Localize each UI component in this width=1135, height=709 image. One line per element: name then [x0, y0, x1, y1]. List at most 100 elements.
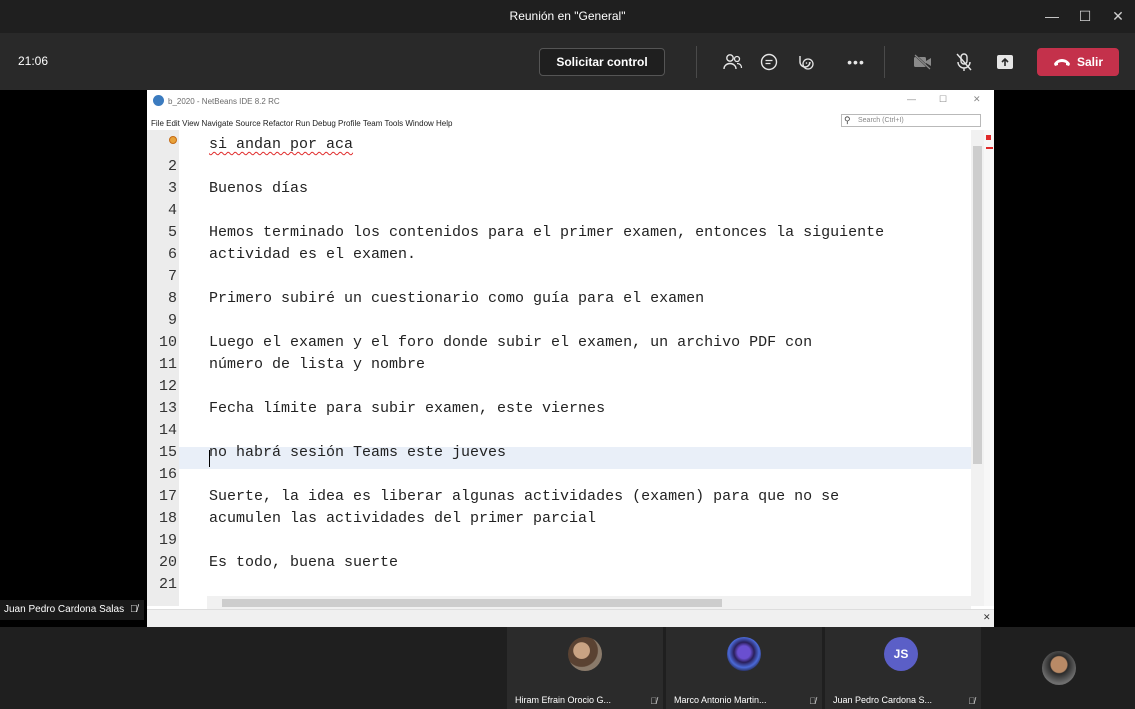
mic-off-icon: 🎙̸ [650, 696, 657, 706]
horizontal-scrollbar-thumb [222, 599, 722, 607]
vertical-scrollbar-thumb [973, 146, 982, 464]
netbeans-menu-items: File Edit View Navigate Source Refactor … [151, 119, 453, 128]
warning-icon [169, 136, 177, 144]
code-line: si andan por aca [147, 134, 971, 156]
code-line: 6 actividad es el examen. [147, 244, 971, 266]
code-line: 5 Hemos terminado los contenidos para el … [147, 222, 971, 244]
statusbar-close-icon: ✕ [983, 612, 991, 622]
participant-name: Hiram Efrain Orocio G... [515, 695, 612, 705]
meeting-toolbar: 21:06 Solicitar control ••• Salir [0, 33, 1135, 90]
netbeans-titlebar: b_2020 - NetBeans IDE 8.2 RC — ☐ ✕ [147, 90, 994, 111]
line-number: 18 [158, 510, 177, 527]
netbeans-close-icon: ✕ [973, 94, 981, 104]
presenter-name: Juan Pedro Cardona Salas [4, 604, 125, 615]
leave-button[interactable]: Salir [1037, 48, 1119, 76]
error-stripe [984, 130, 994, 606]
participant-name: Marco Antonio Martin... [674, 695, 767, 705]
chat-icon[interactable] [756, 49, 782, 75]
participant-avatar [727, 637, 761, 671]
code-line: 21 [147, 574, 971, 596]
mic-off-icon[interactable] [951, 49, 977, 75]
code-line: 10 Luego el examen y el foro donde subir … [147, 332, 971, 354]
line-number: 10 [158, 334, 177, 351]
line-number: 21 [158, 576, 177, 593]
toolbar-divider [696, 46, 697, 78]
code-line: 3 Buenos días [147, 178, 971, 200]
netbeans-title: b_2020 - NetBeans IDE 8.2 RC [168, 97, 280, 106]
code-editor: si andan por aca 2 3 Buenos días 4 5 Hemos ter… [147, 130, 984, 606]
line-number: 16 [158, 466, 177, 483]
code-line: 19 [147, 530, 971, 552]
maximize-icon[interactable]: ☐ [1075, 6, 1095, 26]
line-number: 6 [167, 246, 177, 263]
code-line: 2 [147, 156, 971, 178]
hang-up-icon [1053, 59, 1070, 66]
participant-tile[interactable]: Marco Antonio Martin... 🎙̸ [666, 627, 822, 709]
code-line: 7 [147, 266, 971, 288]
code-line: 9 [147, 310, 971, 332]
code-line: 4 [147, 200, 971, 222]
window-titlebar: Reunión en "General" — ☐ ✕ [0, 0, 1135, 33]
code-line: 16 [147, 464, 971, 486]
mic-off-icon: 🎙̸ [968, 696, 975, 706]
line-number: 14 [158, 422, 177, 439]
code-text: actividad es el examen. [209, 246, 417, 263]
code-text: Hemos terminado los contenidos para el p… [209, 224, 885, 241]
mic-off-icon: 🎙̸ [809, 696, 816, 706]
close-icon[interactable]: ✕ [1108, 6, 1128, 26]
search-placeholder: Search (Ctrl+I) [858, 117, 904, 124]
netbeans-search-field: ⚲ Search (Ctrl+I) [841, 114, 981, 127]
code-line: 18 acumulen las actividades del primer pa… [147, 508, 971, 530]
code-line: 12 [147, 376, 971, 398]
self-avatar[interactable] [1042, 651, 1076, 685]
code-text: acumulen las actividades del primer parc… [209, 510, 597, 527]
code-line: 17 Suerte, la idea es liberar algunas act… [147, 486, 971, 508]
netbeans-logo-icon [153, 95, 164, 106]
line-number: 2 [167, 158, 177, 175]
code-text: Fecha límite para subir examen, este vie… [209, 400, 606, 417]
netbeans-menubar: File Edit View Navigate Source Refactor … [147, 111, 994, 130]
more-options-icon[interactable]: ••• [843, 49, 869, 75]
minimize-icon[interactable]: — [1042, 6, 1062, 26]
line-number: 15 [158, 444, 177, 461]
camera-off-icon[interactable] [910, 49, 936, 75]
line-number: 17 [158, 488, 177, 505]
code-text: Es todo, buena suerte [209, 554, 399, 571]
code-line: 14 [147, 420, 971, 442]
shared-screen: b_2020 - NetBeans IDE 8.2 RC — ☐ ✕ File … [147, 90, 994, 627]
reactions-icon[interactable] [792, 49, 818, 75]
participant-strip: Hiram Efrain Orocio G... 🎙̸ Marco Antoni… [0, 627, 1135, 709]
participant-name: Juan Pedro Cardona S... [833, 695, 933, 705]
horizontal-scrollbar [207, 596, 971, 609]
code-line: 8 Primero subiré un cuestionario como guí… [147, 288, 971, 310]
participant-initials-avatar: JS [884, 637, 918, 671]
request-control-button[interactable]: Solicitar control [539, 48, 665, 76]
search-icon: ⚲ [844, 115, 851, 125]
code-line: 13 Fecha límite para subir examen, este v… [147, 398, 971, 420]
line-number: 13 [158, 400, 177, 417]
line-number: 20 [158, 554, 177, 571]
line-number: 9 [167, 312, 177, 329]
toolbar-divider [884, 46, 885, 78]
code-text: Suerte, la idea es liberar algunas activ… [209, 488, 840, 505]
participant-tile[interactable]: Hiram Efrain Orocio G... 🎙̸ [507, 627, 663, 709]
code-text: si andan por aca [209, 136, 354, 153]
presenter-label: Juan Pedro Cardona Salas 🎙̸ [0, 600, 144, 620]
text-caret [209, 450, 210, 467]
code-text: no habrá sesión Teams este jueves [209, 444, 507, 461]
line-number: 12 [158, 378, 177, 395]
participants-icon[interactable] [720, 49, 746, 75]
leave-label: Salir [1076, 55, 1103, 69]
mic-off-icon: 🎙̸ [130, 604, 138, 615]
code-text: Buenos días [209, 180, 309, 197]
participant-tile[interactable]: JS Juan Pedro Cardona S... 🎙̸ [825, 627, 981, 709]
code-text: Luego el examen y el foro donde subir el… [209, 334, 813, 351]
code-text: número de lista y nombre [209, 356, 426, 373]
meeting-duration: 21:06 [18, 54, 49, 68]
line-number: 7 [167, 268, 177, 285]
netbeans-minimize-icon: — [907, 94, 916, 104]
line-number: 3 [167, 180, 177, 197]
code-line: 15 no habrá sesión Teams este jueves [147, 442, 971, 464]
line-number: 8 [167, 290, 177, 307]
share-tray-icon[interactable] [992, 49, 1018, 75]
